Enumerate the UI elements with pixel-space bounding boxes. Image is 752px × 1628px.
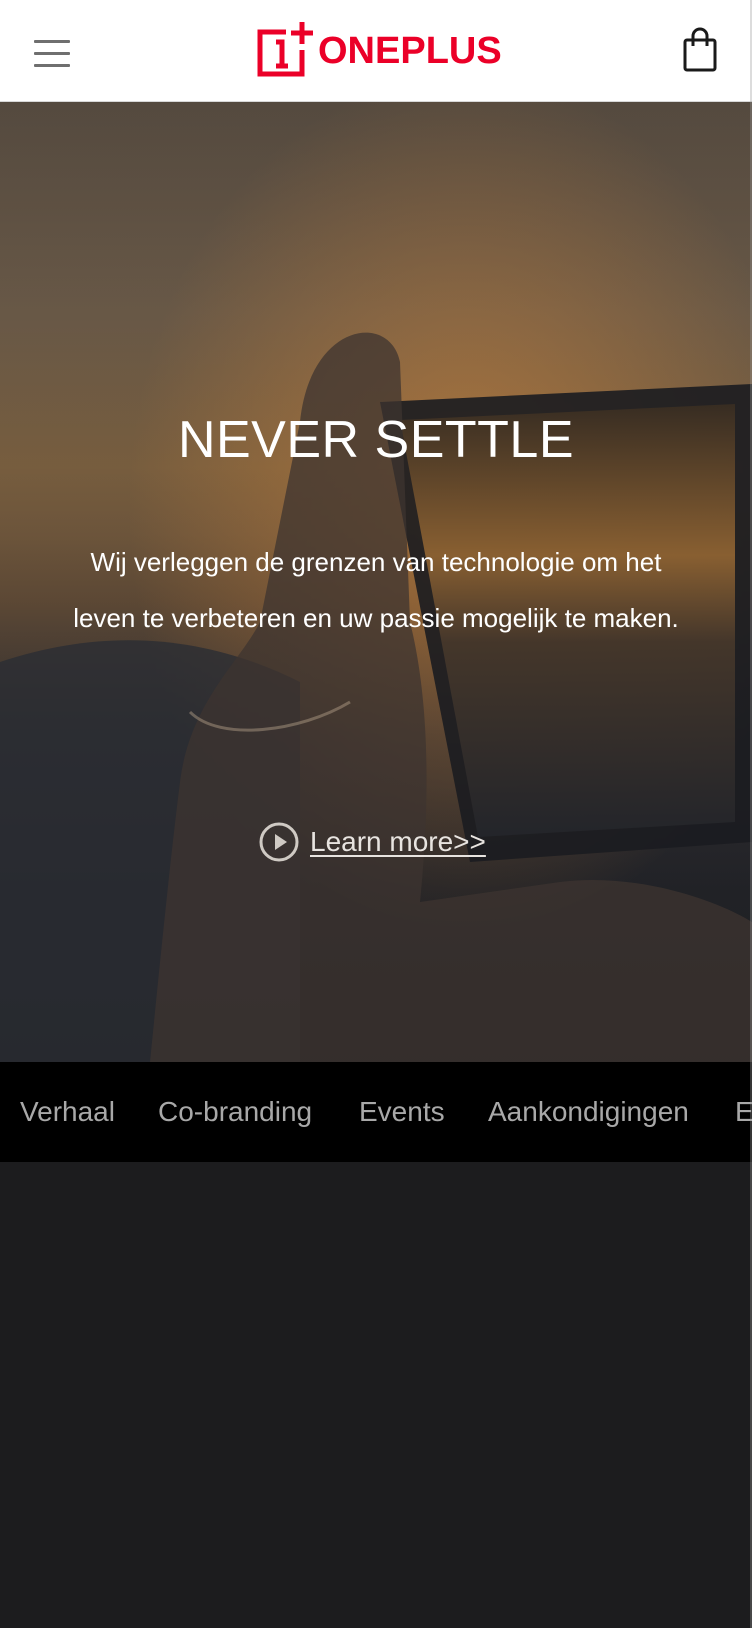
learn-more-link[interactable]: Learn more>> — [258, 820, 486, 864]
learn-more-label: Learn more>> — [310, 826, 486, 857]
cart-button[interactable] — [680, 26, 726, 78]
hero-banner: NEVER SETTLE Wij verleggen de grenzen va… — [0, 102, 752, 1062]
brand-name: ONEPLUS — [318, 30, 502, 72]
hero-title: NEVER SETTLE — [177, 411, 575, 469]
category-tabs: Verhaal Co-branding Events Aankondiginge… — [0, 1062, 752, 1162]
hero-description: Wij verleggen de grenzen van technologie… — [73, 547, 679, 633]
shopping-bag-icon — [683, 27, 717, 72]
tab-aankondigingen[interactable]: Aankondigingen — [488, 1062, 689, 1162]
site-header: ONEPLUS — [0, 0, 752, 102]
menu-button[interactable] — [26, 28, 78, 76]
tab-co-branding[interactable]: Co-branding — [158, 1062, 312, 1162]
play-circle-icon — [259, 822, 299, 862]
oneplus-logo-mark-icon — [257, 22, 313, 77]
page: ONEPLUS NEVER SETTLE Wij verleggen de gr… — [0, 0, 752, 1628]
content-area — [0, 1162, 752, 1628]
tab-verhaal[interactable]: Verhaal — [20, 1062, 115, 1162]
tab-events[interactable]: Events — [359, 1062, 445, 1162]
brand-logo[interactable]: ONEPLUS — [256, 22, 502, 78]
